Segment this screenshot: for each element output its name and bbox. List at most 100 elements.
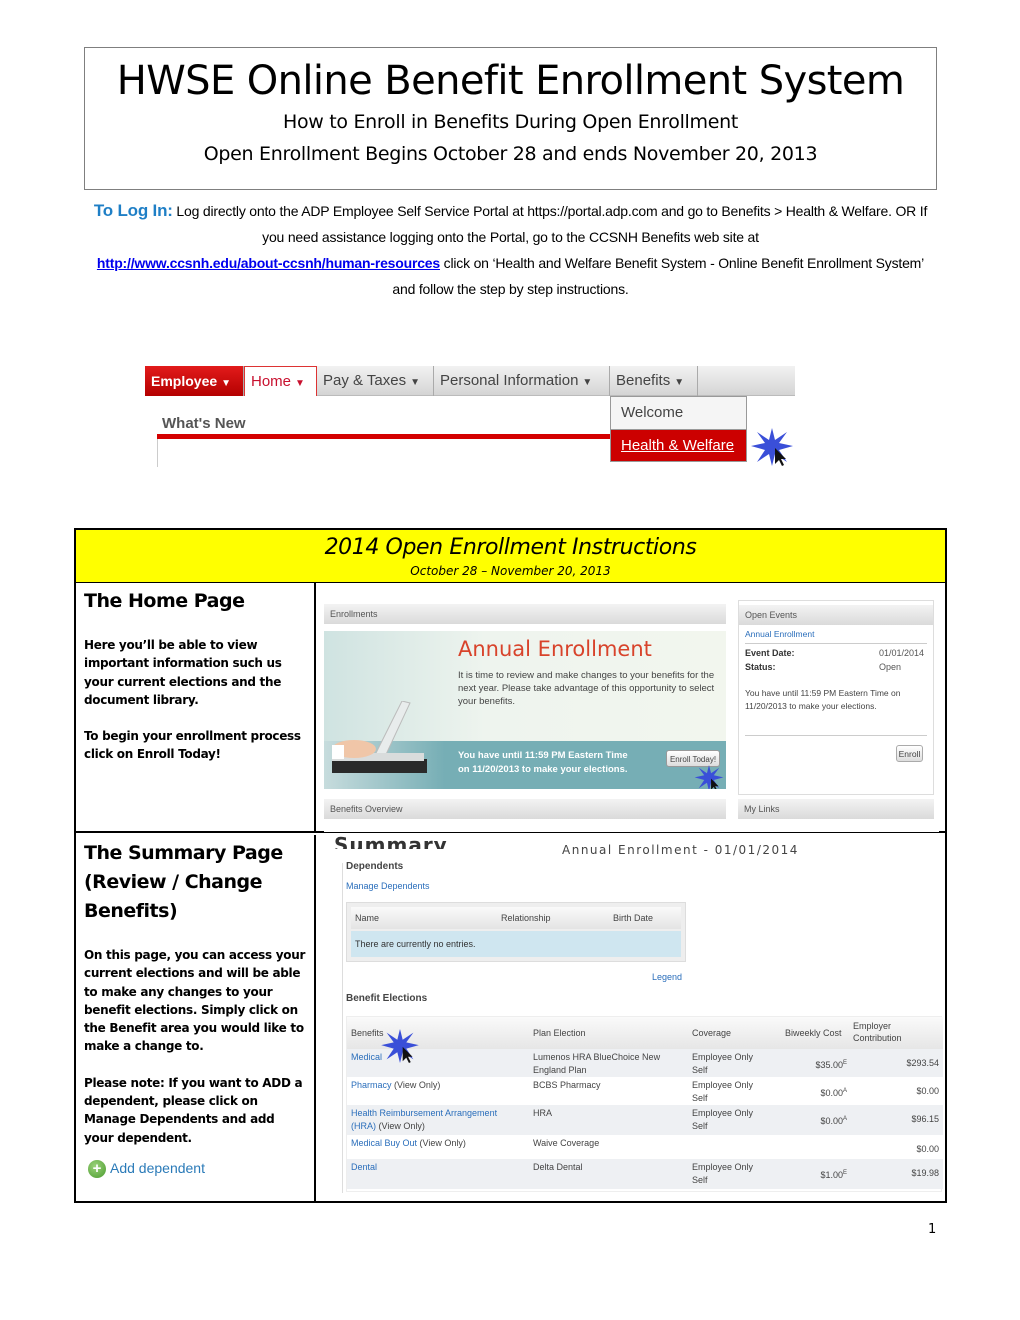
my-links-header: My Links — [738, 799, 934, 819]
column-header: Employer Contribution — [853, 1021, 902, 1043]
employer-contribution: $0.00 — [916, 1086, 939, 1096]
banner-deadline-line-1: You have until 11:59 PM Eastern Time — [458, 750, 628, 761]
benefit-row[interactable]: Dental Delta Dental Employee Only Self $1.… — [347, 1159, 943, 1189]
home-page-screenshot: Enrollments Annual Enrollment It is time… — [324, 600, 939, 832]
nav-tab-benefits[interactable]: Benefits ▼ — [610, 366, 698, 396]
home-page-description: The Home Page Here you’ll be able to vie… — [76, 583, 316, 831]
instructions-header: 2014 Open Enrollment Instructions Octobe… — [76, 530, 945, 583]
summary-title-line: The Summary Page — [84, 842, 283, 864]
summary-para-2: Please note: If you want to ADD a depend… — [84, 1075, 303, 1145]
employer-contribution: $19.98 — [911, 1168, 939, 1178]
login-text-2: click on ‘Health and Welfare Benefit Sys… — [392, 255, 925, 297]
banner-deadline-line-2: on 11/20/2013 to make your elections. — [458, 764, 628, 775]
enrollment-dates: Open Enrollment Begins October 28 and en… — [203, 143, 818, 165]
plan-election: BCBS Pharmacy — [533, 1080, 601, 1090]
summary-page-description: The Summary Page (Review / Change Benefi… — [76, 835, 316, 1201]
plus-circle-icon: + — [88, 1160, 106, 1179]
open-events-deadline: You have until 11:59 PM Eastern Time on … — [745, 688, 901, 711]
annual-enrollment-link[interactable]: Annual Enrollment — [745, 629, 814, 639]
event-date-value: 01/01/2014 — [879, 648, 925, 658]
dependents-table-header: Name Relationship Birth Date — [351, 907, 681, 929]
page-number: 1 — [928, 1222, 937, 1237]
login-instructions: To Log In: Log directly onto the ADP Emp… — [84, 198, 937, 302]
column-header: Biweekly Cost — [785, 1028, 842, 1038]
benefit-link[interactable]: Medical — [351, 1052, 382, 1062]
cursor-icon — [402, 1046, 413, 1063]
nav-tab-label: Benefits — [616, 372, 671, 389]
cost-mark: A — [842, 1088, 847, 1094]
nav-tab-label: Personal Information — [440, 372, 579, 389]
caret-down-icon: ▼ — [295, 378, 305, 389]
summary-para-1: On this page, you can access your curren… — [84, 948, 306, 1054]
nav-tab-home[interactable]: Home ▼ — [244, 366, 317, 396]
home-page-para-1: Here you’ll be able to view important in… — [84, 638, 282, 707]
biweekly-cost: $35.00 — [815, 1060, 843, 1070]
nav-tab-employee[interactable]: Employee ▼ — [145, 366, 244, 396]
view-only-note: (View Only) — [378, 1121, 425, 1131]
summary-page-title: The Summary Page (Review / Change Benefi… — [84, 839, 306, 926]
benefit-link[interactable]: Dental — [351, 1162, 377, 1172]
divider — [157, 439, 158, 467]
benefit-link[interactable]: Pharmacy — [351, 1080, 392, 1090]
add-dependent-button[interactable]: + Add dependent — [88, 1160, 205, 1179]
cursor-icon — [711, 778, 719, 789]
divider — [745, 735, 927, 736]
cost-mark: E — [842, 1170, 847, 1176]
banner-title: Annual Enrollment — [458, 637, 652, 661]
benefit-elections-heading: Benefit Elections — [346, 993, 428, 1004]
menu-item-welcome[interactable]: Welcome — [611, 397, 746, 429]
nav-tab-pay-taxes[interactable]: Pay & Taxes ▼ — [317, 366, 434, 396]
enrollments-header: Enrollments — [324, 604, 726, 624]
click-burst-icon — [751, 428, 793, 466]
coverage: Employee Only Self — [692, 1052, 754, 1075]
manage-dependents-link[interactable]: Manage Dependents — [346, 881, 430, 891]
benefit-row[interactable]: Health Reimbursement Arrangement (HRA) (… — [347, 1105, 943, 1135]
summary-page-row: The Summary Page (Review / Change Benefi… — [76, 835, 945, 1201]
ccsnh-hr-link[interactable]: http://www.ccsnh.edu/about-ccsnh/human-r… — [97, 255, 440, 271]
column-header: Benefits — [351, 1028, 384, 1038]
summary-title-line: (Review / Change — [84, 871, 263, 893]
column-header: Plan Election — [533, 1028, 586, 1038]
cost-mark: A — [842, 1116, 847, 1122]
login-label: To Log In: — [93, 201, 173, 220]
summary-screenshot: Summary Annual Enrollment - 01/01/2014 D… — [318, 835, 945, 1197]
coverage: Employee Only Self — [692, 1108, 754, 1131]
open-events-panel: Open Events Annual Enrollment Event Date… — [738, 600, 934, 795]
whats-new-heading: What's New — [162, 415, 246, 432]
login-text-1: Log directly onto the ADP Employee Self … — [176, 203, 928, 245]
plan-election: HRA — [533, 1108, 553, 1118]
column-header: Coverage — [692, 1028, 732, 1038]
summary-heading: Summary — [334, 835, 448, 849]
benefit-row[interactable]: Medical Buy Out (View Only) Waive Coverag… — [347, 1135, 943, 1159]
cursor-icon — [775, 448, 786, 466]
portal-navbar: Employee ▼ Home ▼ Pay & Taxes ▼ Personal In… — [145, 366, 795, 396]
home-page-row: The Home Page Here you’ll be able to vie… — [76, 583, 945, 833]
benefit-link[interactable]: Medical Buy Out — [351, 1138, 417, 1148]
nav-tab-personal-information[interactable]: Personal Information ▼ — [434, 366, 610, 396]
biweekly-cost: $0.00 — [820, 1116, 843, 1126]
benefit-row[interactable]: Medical Lumenos HRA BlueChoice New Engla… — [347, 1049, 943, 1077]
home-page-para-2: To begin your enrollment process click o… — [84, 729, 301, 762]
caret-down-icon: ▼ — [582, 377, 593, 388]
employer-contribution: $0.00 — [916, 1144, 939, 1154]
click-burst-icon — [694, 765, 724, 789]
page-title: HWSE Online Benefit Enrollment System — [116, 58, 905, 104]
coverage: Employee Only Self — [692, 1162, 754, 1185]
view-only-note: (View Only) — [394, 1080, 441, 1090]
summary-title-line: Benefits) — [84, 900, 178, 922]
summary-screenshot-cell: Summary Annual Enrollment - 01/01/2014 D… — [318, 835, 945, 1201]
home-page-screenshot-cell: Enrollments Annual Enrollment It is time… — [318, 583, 945, 832]
benefit-elections-header: Benefits Plan Election Coverage Biweekly… — [347, 1017, 943, 1049]
dependents-empty-row: There are currently no entries. — [351, 931, 681, 957]
column-header: Birth Date — [613, 913, 654, 923]
dependents-heading: Dependents — [346, 861, 404, 872]
annual-enrollment-banner: Annual Enrollment It is time to review a… — [324, 631, 726, 789]
enroll-button[interactable]: Enroll — [896, 745, 923, 762]
home-page-text: Here you’ll be able to view important in… — [84, 636, 306, 764]
benefit-row[interactable]: Pharmacy (View Only) BCBS Pharmacy Employe… — [347, 1077, 943, 1105]
home-page-title: The Home Page — [84, 590, 245, 612]
status-label: Status: — [745, 662, 776, 672]
benefits-overview-header: Benefits Overview — [324, 799, 726, 819]
legend-link[interactable]: Legend — [652, 972, 682, 982]
menu-item-health-welfare[interactable]: Health & Welfare — [611, 429, 746, 461]
